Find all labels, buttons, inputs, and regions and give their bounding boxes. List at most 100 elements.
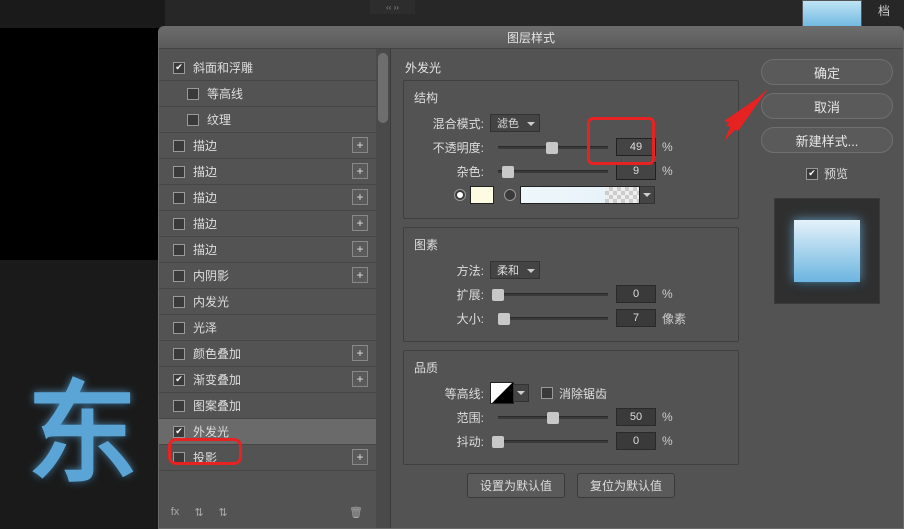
noise-slider-thumb[interactable] — [502, 166, 514, 178]
gradient-chevron-icon[interactable] — [639, 186, 655, 204]
canvas-text-dong: 东 — [28, 344, 138, 504]
effect-label: 外发光 — [193, 423, 229, 440]
effect-checkbox[interactable] — [187, 114, 199, 126]
arrow-up-down2-icon[interactable]: ⇅ — [215, 504, 231, 520]
effect-row-6[interactable]: 描边 + — [159, 211, 390, 237]
effect-checkbox[interactable] — [173, 244, 185, 256]
opacity-input[interactable] — [616, 138, 656, 156]
add-effect-icon[interactable]: + — [352, 371, 368, 387]
effect-row-13[interactable]: 图案叠加 — [159, 393, 390, 419]
structure-section: 结构 混合模式: 滤色 不透明度: % 杂色: % — [403, 80, 739, 219]
make-default-button[interactable]: 设置为默认值 — [467, 473, 565, 498]
noise-label: 杂色: — [414, 163, 484, 180]
effect-checkbox[interactable] — [187, 88, 199, 100]
opacity-slider[interactable] — [498, 146, 608, 149]
size-input[interactable] — [616, 309, 656, 327]
effect-row-12[interactable]: 渐变叠加 + — [159, 367, 390, 393]
effect-checkbox[interactable] — [173, 62, 185, 74]
effect-label: 描边 — [193, 215, 217, 232]
noise-slider[interactable] — [498, 170, 608, 173]
add-effect-icon[interactable]: + — [352, 449, 368, 465]
opacity-label: 不透明度: — [414, 139, 484, 156]
jitter-slider[interactable] — [498, 440, 608, 443]
add-effect-icon[interactable]: + — [352, 267, 368, 283]
glow-color-swatch[interactable] — [470, 186, 494, 204]
effect-row-7[interactable]: 描边+ — [159, 237, 390, 263]
noise-unit: % — [662, 164, 673, 178]
effect-checkbox[interactable] — [173, 218, 185, 230]
add-effect-icon[interactable]: + — [352, 241, 368, 257]
glow-gradient-swatch[interactable] — [520, 186, 640, 204]
effect-checkbox[interactable] — [173, 166, 185, 178]
contour-chevron-icon[interactable] — [513, 384, 529, 402]
range-input[interactable] — [616, 408, 656, 426]
effect-checkbox[interactable] — [173, 296, 185, 308]
range-slider-thumb[interactable] — [547, 412, 559, 424]
arrow-up-down-icon[interactable]: ⇅ — [191, 504, 207, 520]
jitter-label: 抖动: — [414, 433, 484, 450]
contour-picker[interactable] — [490, 382, 514, 404]
add-effect-icon[interactable]: + — [352, 189, 368, 205]
size-slider-thumb[interactable] — [498, 313, 510, 325]
cancel-button[interactable]: 取消 — [761, 93, 893, 119]
preview-checkbox[interactable] — [806, 168, 818, 180]
gradient-radio[interactable] — [504, 189, 516, 201]
add-effect-icon[interactable]: + — [352, 215, 368, 231]
blend-mode-select[interactable]: 滤色 — [490, 114, 540, 132]
effect-checkbox[interactable] — [173, 140, 185, 152]
spread-input[interactable] — [616, 285, 656, 303]
scrollbar-thumb[interactable] — [378, 53, 388, 123]
range-slider[interactable] — [498, 416, 608, 419]
effect-label: 颜色叠加 — [193, 345, 241, 362]
add-effect-icon[interactable]: + — [352, 345, 368, 361]
antialias-checkbox[interactable] — [541, 387, 553, 399]
effect-label: 投影 — [193, 449, 217, 466]
opacity-slider-thumb[interactable] — [546, 142, 558, 154]
effects-list-panel: 斜面和浮雕等高线纹理描边+描边+描边+描边+描边+内阴影+内发光光泽颜色叠加+渐… — [159, 49, 391, 528]
spread-slider-thumb[interactable] — [492, 289, 504, 301]
new-style-button[interactable]: 新建样式... — [761, 127, 893, 153]
effect-checkbox[interactable] — [173, 400, 185, 412]
method-select[interactable]: 柔和 — [490, 261, 540, 279]
fx-icon[interactable]: fx — [167, 504, 183, 520]
blend-mode-label: 混合模式: — [414, 115, 484, 132]
effects-scrollbar[interactable] — [376, 49, 390, 528]
effect-row-2[interactable]: 纹理 — [159, 107, 390, 133]
noise-input[interactable] — [616, 162, 656, 180]
effect-row-10[interactable]: 光泽 — [159, 315, 390, 341]
effect-checkbox[interactable] — [173, 348, 185, 360]
effect-row-5[interactable]: 描边 + — [159, 185, 390, 211]
trash-icon[interactable]: 🗑 — [348, 504, 364, 520]
effect-row-14[interactable]: 外发光 — [159, 419, 390, 445]
jitter-input[interactable] — [616, 432, 656, 450]
effect-checkbox[interactable] — [173, 426, 185, 438]
effect-label: 纹理 — [207, 111, 231, 128]
effect-label: 斜面和浮雕 — [193, 59, 253, 76]
effect-row-11[interactable]: 颜色叠加 + — [159, 341, 390, 367]
settings-panel: 外发光 结构 混合模式: 滤色 不透明度: % 杂色: % — [391, 49, 751, 528]
effect-row-8[interactable]: 内阴影+ — [159, 263, 390, 289]
add-effect-icon[interactable]: + — [352, 137, 368, 153]
spread-slider[interactable] — [498, 293, 608, 296]
effect-row-3[interactable]: 描边+ — [159, 133, 390, 159]
effect-label: 描边 — [193, 163, 217, 180]
antialias-label: 消除锯齿 — [559, 385, 607, 402]
effect-row-9[interactable]: 内发光 — [159, 289, 390, 315]
jitter-slider-thumb[interactable] — [492, 436, 504, 448]
effect-row-4[interactable]: 描边 + — [159, 159, 390, 185]
effect-row-0[interactable]: 斜面和浮雕 — [159, 55, 390, 81]
effect-label: 描边 — [193, 189, 217, 206]
effect-checkbox[interactable] — [173, 322, 185, 334]
effect-label: 渐变叠加 — [193, 371, 241, 388]
size-slider[interactable] — [498, 317, 608, 320]
reset-default-button[interactable]: 复位为默认值 — [577, 473, 675, 498]
color-radio[interactable] — [454, 189, 466, 201]
effect-checkbox[interactable] — [173, 374, 185, 386]
effect-checkbox[interactable] — [173, 192, 185, 204]
add-effect-icon[interactable]: + — [352, 163, 368, 179]
ok-button[interactable]: 确定 — [761, 59, 893, 85]
effect-row-1[interactable]: 等高线 — [159, 81, 390, 107]
effect-checkbox[interactable] — [173, 452, 185, 464]
effect-checkbox[interactable] — [173, 270, 185, 282]
effect-row-15[interactable]: 投影 + — [159, 445, 390, 471]
